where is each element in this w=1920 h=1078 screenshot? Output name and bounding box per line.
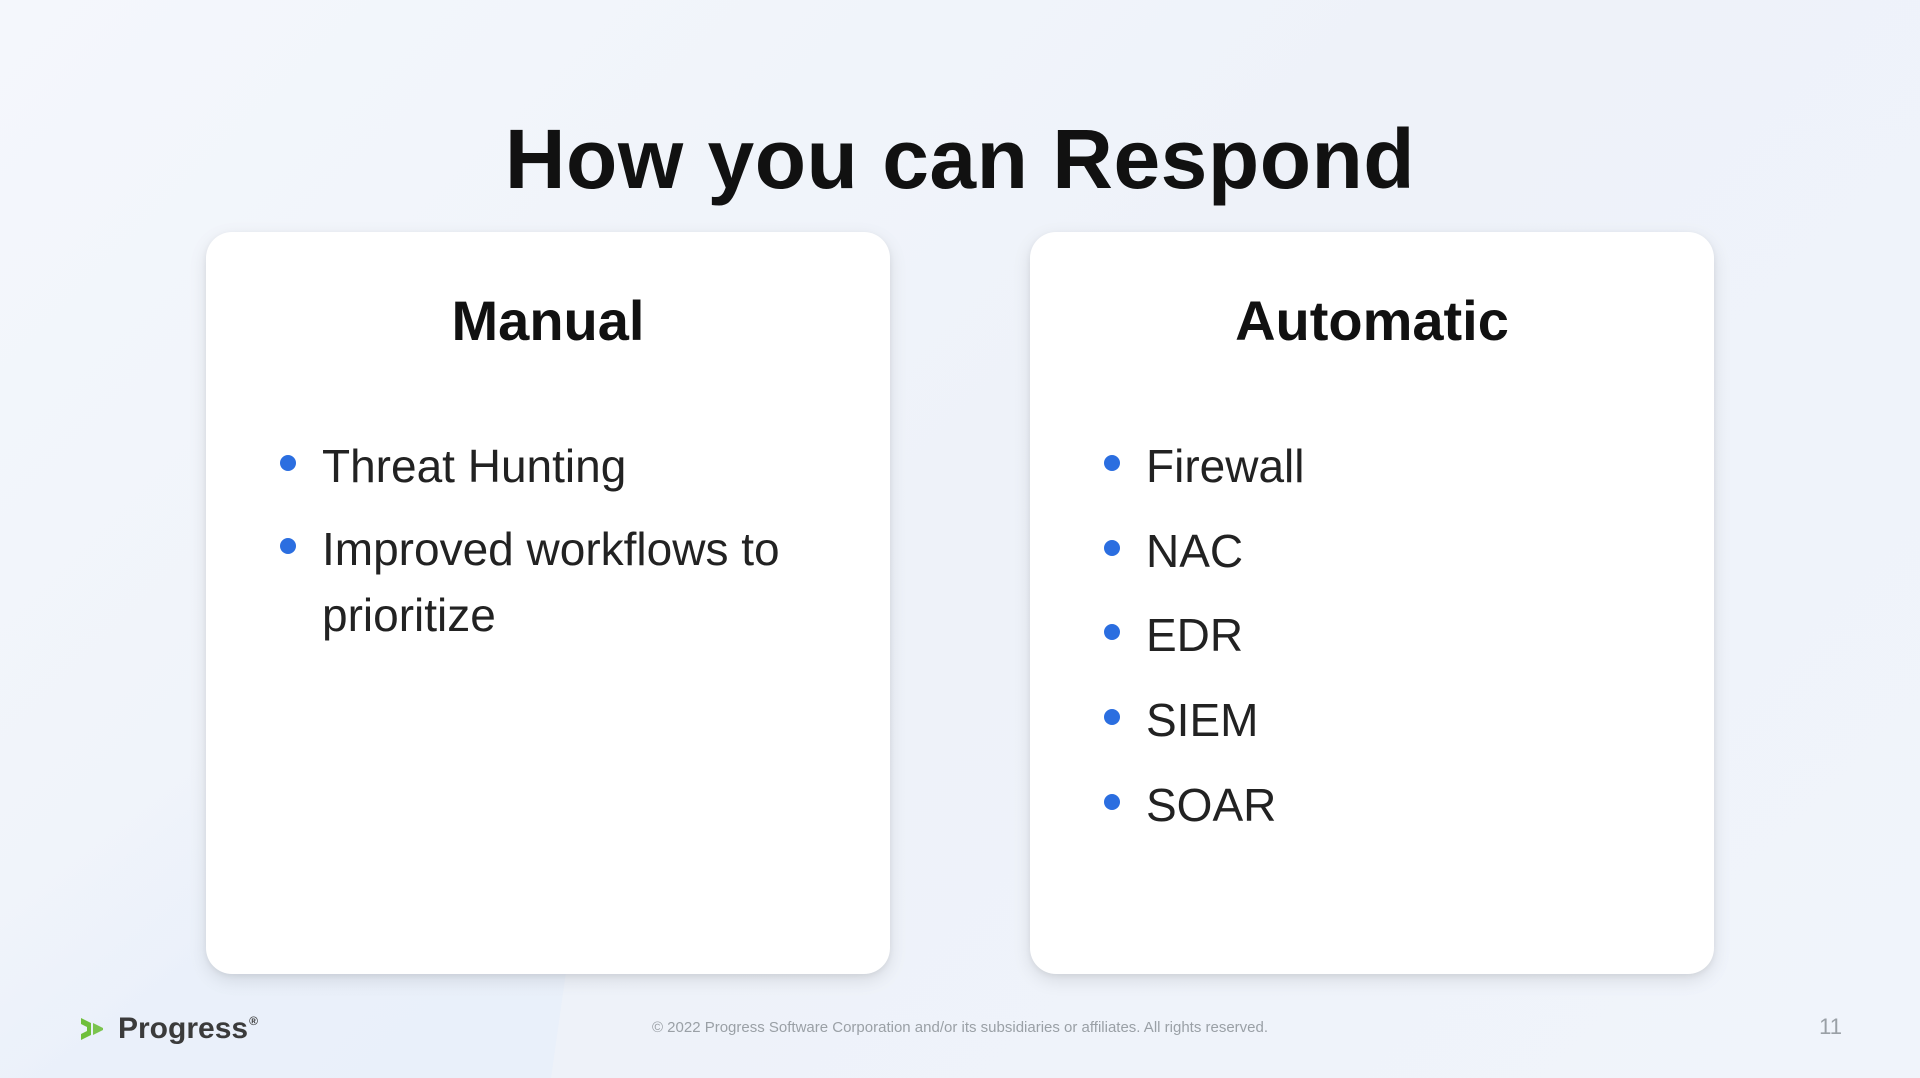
footer: Progress® © 2022 Progress Software Corpo… <box>0 990 1920 1050</box>
list-item: NAC <box>1100 518 1644 585</box>
card-manual: Manual Threat Hunting Improved workflows… <box>206 232 890 974</box>
list-item: SIEM <box>1100 687 1644 754</box>
list-item: Improved workflows to prioritize <box>276 516 820 649</box>
page-number: 11 <box>1819 1014 1842 1040</box>
card-automatic-list: Firewall NAC EDR SIEM SOAR <box>1100 433 1644 838</box>
slide: How you can Respond Manual Threat Huntin… <box>0 0 1920 1078</box>
card-manual-title: Manual <box>276 288 820 353</box>
card-automatic-title: Automatic <box>1100 288 1644 353</box>
list-item: SOAR <box>1100 772 1644 839</box>
list-item: Firewall <box>1100 433 1644 500</box>
card-automatic: Automatic Firewall NAC EDR SIEM SOAR <box>1030 232 1714 974</box>
list-item: Threat Hunting <box>276 433 820 500</box>
footer-copyright: © 2022 Progress Software Corporation and… <box>0 1019 1920 1036</box>
list-item: EDR <box>1100 602 1644 669</box>
slide-title: How you can Respond <box>0 111 1920 208</box>
cards-row: Manual Threat Hunting Improved workflows… <box>206 232 1714 974</box>
card-manual-list: Threat Hunting Improved workflows to pri… <box>276 433 820 649</box>
